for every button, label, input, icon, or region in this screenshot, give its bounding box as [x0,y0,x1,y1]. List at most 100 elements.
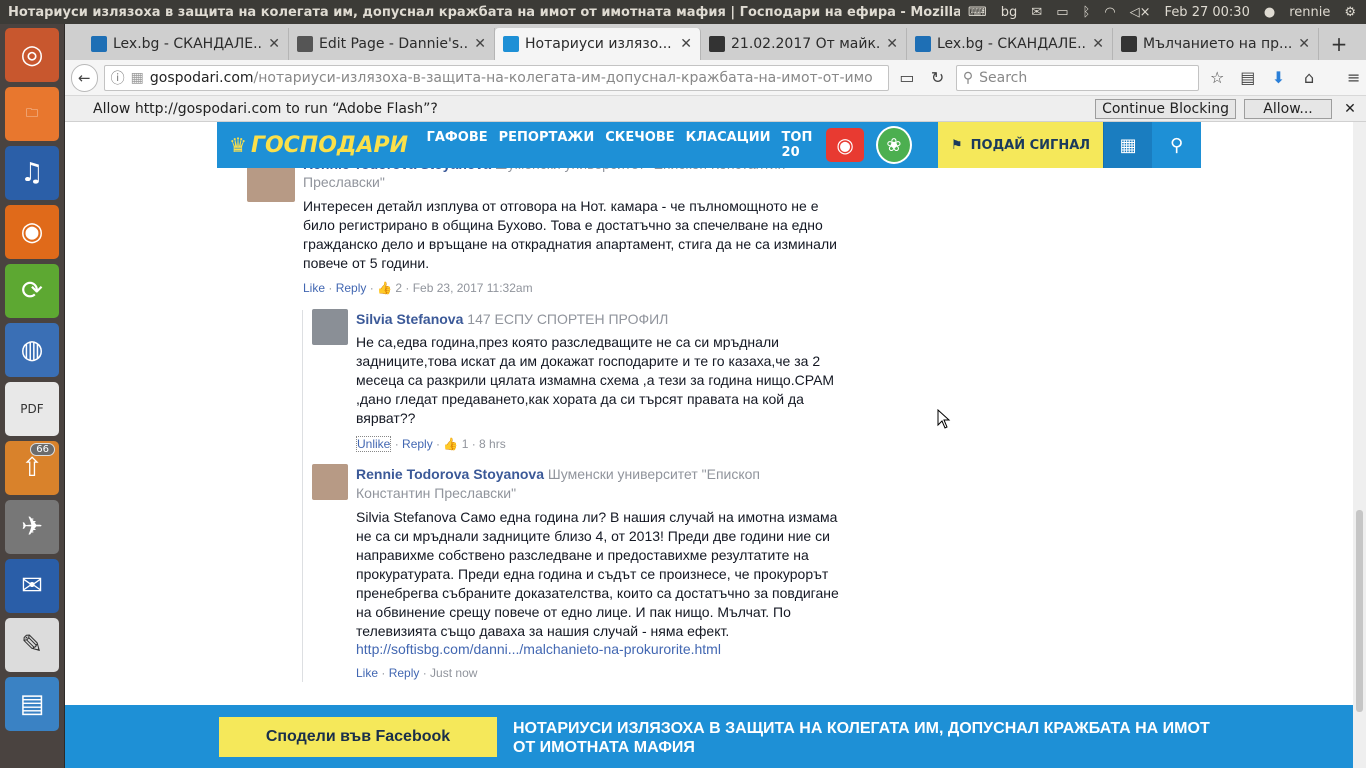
audacity-icon[interactable]: ♫ [5,146,59,200]
unlike-link[interactable]: Unlike [356,436,392,452]
comment-actions: Like · Reply · 👍 2 · Feb 23, 2017 11:32a… [303,281,533,295]
report-signal-button[interactable]: ⚑ ПОДАЙ СИГНАЛ [937,122,1104,168]
site-nav-item[interactable]: ГАФОВЕ [427,130,488,160]
home-icon[interactable]: ⌂ [1297,65,1322,91]
page-scrollbar[interactable] [1353,122,1366,768]
avatar[interactable] [312,309,348,345]
new-tab-button[interactable]: + [1325,28,1353,60]
reply-link[interactable]: Reply [402,437,433,451]
ubuntu-dash-icon[interactable]: ◎ [5,28,59,82]
jet-icon[interactable]: ✈ [5,500,59,554]
site-nav-item[interactable]: РЕПОРТАЖИ [499,130,595,160]
thunderbird-icon[interactable]: ✉ [5,559,59,613]
favicon-icon [709,36,725,52]
site-nav-item[interactable]: КЛАСАЦИИ [686,130,771,160]
reply-header: Rennie Todorova Stoyanova Шуменски униве… [356,466,836,482]
avatar[interactable] [312,464,348,500]
launcher: ◎ 🗀 ♫ ◉ ⟳ ◍ PDF ⇧ 66 ✈ ✉ ✎ ▤ [0,24,65,768]
browser-tab[interactable]: Edit Page - Dannie's... ✕ [289,28,495,60]
launcher-badge: 66 [30,443,55,456]
downloads-icon[interactable]: ⬇ [1266,65,1291,91]
site-nav-item[interactable]: ТОП 20 [782,130,813,160]
avatar[interactable] [247,166,295,202]
favicon-icon [297,36,313,52]
reply-time[interactable]: 8 hrs [479,437,506,451]
gear-icon[interactable]: ⚙ [1344,5,1356,20]
reload-icon[interactable]: ↻ [925,65,950,91]
browser-tab[interactable]: Lex.bg - СКАНДАЛЕ... ✕ [83,28,289,60]
reply-author[interactable]: Silvia Stefanova [356,311,463,327]
chromium-icon[interactable]: ◍ [5,323,59,377]
close-tab-icon[interactable]: ✕ [886,36,898,52]
like-link[interactable]: Like [303,281,325,295]
comment-time[interactable]: Feb 23, 2017 11:32am [413,281,533,295]
tab-label: Edit Page - Dannie's... [319,36,469,52]
pdf-icon[interactable]: PDF [5,382,59,436]
camera-icon[interactable]: ◉ [826,128,864,162]
document-viewer-icon[interactable]: ▤ [5,677,59,731]
close-tab-icon[interactable]: ✕ [1092,36,1104,52]
info-icon[interactable]: ⓘ [111,68,125,88]
browser-tab[interactable]: Мълчанието на пр... ✕ [1113,28,1319,60]
keyboard-icon[interactable]: ⌨ [968,5,987,20]
browser-tab[interactable]: Lex.bg - СКАНДАЛЕ... ✕ [907,28,1113,60]
volume-icon[interactable]: ◁× [1130,5,1151,20]
allow-button[interactable]: Allow... [1244,98,1332,119]
site-logo[interactable]: ♛ ГОСПОДАРИ [217,122,423,168]
reply-author[interactable]: Rennie Todorova Stoyanova [356,466,544,482]
close-tab-icon[interactable]: ✕ [1298,36,1310,52]
firefox-icon[interactable]: ◉ [5,205,59,259]
tab-label: Мълчанието на пр... [1143,36,1293,52]
tab-label: Нотариуси излязо... [525,36,672,52]
reply-link[interactable]: Reply [336,281,367,295]
url-domain: gospodari.com [149,69,254,86]
keyboard-layout[interactable]: bg [1001,5,1018,20]
comment-text: Интересен детайл изплува от отговора на … [303,198,837,271]
navigation-toolbar: ← ⓘ ▦ gospodari.com/нотариуси-излязоха-в… [65,60,1366,96]
logo-text: ГОСПОДАРИ [250,132,409,158]
clock[interactable]: Feb 27 00:30 [1165,5,1250,20]
user-icon[interactable]: ● [1264,5,1275,20]
close-tab-icon[interactable]: ✕ [474,36,486,52]
browser-tab[interactable]: Нотариуси излязо... ✕ [495,28,701,60]
external-link[interactable]: http://softisbg.com/danni.../malchanieto… [356,641,721,657]
back-button[interactable]: ← [71,63,98,92]
files-icon[interactable]: 🗀 [5,87,59,141]
reply-author-subtitle: Шуменски университет "Епископ [547,466,761,482]
search-icon[interactable]: ⚲ [1152,122,1201,168]
close-tab-icon[interactable]: ✕ [680,36,692,52]
mail-icon[interactable]: ✉ [1031,5,1042,20]
scrollbar-thumb[interactable] [1356,510,1363,712]
site-nav-item[interactable]: СКЕЧОВЕ [605,130,674,160]
backup-icon[interactable]: ⟳ [5,264,59,318]
battery-icon[interactable]: ▭ [1056,5,1068,20]
library-icon[interactable]: ▤ [1235,65,1260,91]
bluetooth-icon[interactable]: ᛒ [1083,5,1091,20]
reply-time[interactable]: Just now [430,666,477,680]
reader-view-icon[interactable]: ▭ [895,65,920,91]
paw-icon[interactable]: ❀ [875,126,912,164]
url-bar[interactable]: ⓘ ▦ gospodari.com/нотариуси-излязоха-в-з… [103,64,889,91]
menu-icon[interactable]: ≡ [1341,65,1366,91]
close-icon[interactable]: ✕ [1340,101,1360,117]
updates-icon[interactable]: ⇧ 66 [5,441,59,495]
close-tab-icon[interactable]: ✕ [268,36,280,52]
browser-tab[interactable]: 21.02.2017 От майк... ✕ [701,28,907,60]
reply-actions: Like · Reply · Just now [356,666,478,680]
bookmark-star-icon[interactable]: ☆ [1205,65,1230,91]
facebook-share-button[interactable]: Сподели във Facebook [219,717,497,757]
text-editor-icon[interactable]: ✎ [5,618,59,672]
reply-header: Silvia Stefanova 147 ЕСПУ СПОРТЕН ПРОФИЛ [356,311,668,327]
url-path: /нотариуси-излязоха-в-защита-на-колегата… [253,69,873,86]
like-link[interactable]: Like [356,666,378,680]
reply-link[interactable]: Reply [389,666,420,680]
search-input[interactable]: ⚲ Search [955,64,1199,91]
crown-icon: ♛ [229,133,247,157]
wifi-icon[interactable]: ◠ [1104,5,1115,20]
user-name[interactable]: rennie [1289,5,1330,20]
continue-blocking-button[interactable]: Continue Blocking [1095,98,1236,119]
flag-icon: ⚑ [951,137,963,153]
calendar-icon[interactable]: ▦ [1103,122,1153,168]
system-top-bar: Нотариуси излязоха в защита на колегата … [0,0,1366,24]
favicon-icon [503,36,519,52]
